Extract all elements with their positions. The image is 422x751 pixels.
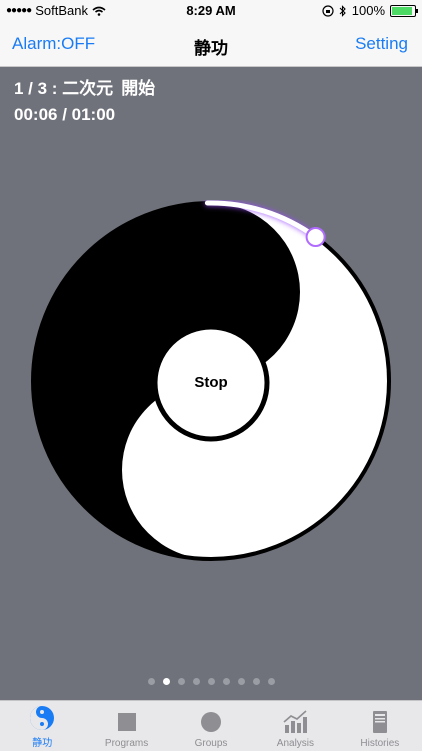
book-icon bbox=[372, 711, 387, 733]
tab-seikou[interactable]: 静功 bbox=[0, 701, 84, 751]
next-button[interactable]: Next bbox=[171, 226, 251, 243]
yin-yang-control: Next Stop Pause bbox=[30, 200, 392, 562]
top-dot bbox=[199, 260, 223, 284]
tab-groups[interactable]: Groups bbox=[169, 701, 253, 751]
tab-programs[interactable]: Programs bbox=[84, 701, 168, 751]
progress-knob[interactable] bbox=[305, 227, 326, 247]
state-label: 開始 bbox=[121, 79, 156, 98]
setting-button[interactable]: Setting bbox=[355, 34, 408, 54]
battery-icon bbox=[390, 4, 418, 17]
page-dot[interactable] bbox=[267, 678, 275, 685]
timer-label: 00:06 / 01:00 bbox=[14, 105, 116, 124]
stop-button[interactable]: Stop bbox=[171, 374, 251, 391]
battery-percent: 100% bbox=[351, 3, 385, 18]
page-dot[interactable] bbox=[207, 678, 215, 685]
step-label: 1 / 3 : 二次元 bbox=[14, 79, 114, 98]
page-dot[interactable] bbox=[162, 678, 170, 685]
chart-icon bbox=[283, 710, 308, 733]
status-bar: ●●●●● SoftBank 8:29 AM 100% bbox=[0, 0, 422, 22]
tab-label: Programs bbox=[104, 738, 149, 749]
page-dot[interactable] bbox=[192, 678, 200, 685]
yinyang-icon bbox=[30, 706, 55, 730]
session-info: 1 / 3 : 二次元 開始 00:06 / 01:00 bbox=[14, 76, 155, 128]
page-dot[interactable] bbox=[237, 678, 245, 685]
bluetooth-icon bbox=[339, 4, 346, 17]
tab-histories[interactable]: Histories bbox=[338, 701, 422, 751]
page-dot[interactable] bbox=[147, 678, 155, 685]
tab-label: Histories bbox=[360, 738, 400, 749]
bottom-dot bbox=[199, 482, 223, 506]
tab-label: Analysis bbox=[276, 738, 315, 749]
page-dot[interactable] bbox=[177, 678, 185, 685]
rotation-lock-icon bbox=[322, 4, 334, 17]
circle-icon bbox=[201, 712, 222, 732]
tab-bar: 静功 Programs Groups Analysis Histories bbox=[0, 700, 422, 751]
tab-label: Groups bbox=[194, 738, 228, 749]
tab-analysis[interactable]: Analysis bbox=[253, 701, 337, 751]
square-icon bbox=[117, 713, 136, 731]
page-dot[interactable] bbox=[222, 678, 230, 685]
tab-label: 静功 bbox=[32, 738, 53, 749]
page-indicator[interactable] bbox=[0, 678, 422, 685]
navigation-bar: Alarm:OFF 静功 Setting bbox=[0, 22, 422, 67]
pause-button[interactable]: Pause bbox=[171, 522, 251, 539]
page-dot[interactable] bbox=[252, 678, 260, 685]
